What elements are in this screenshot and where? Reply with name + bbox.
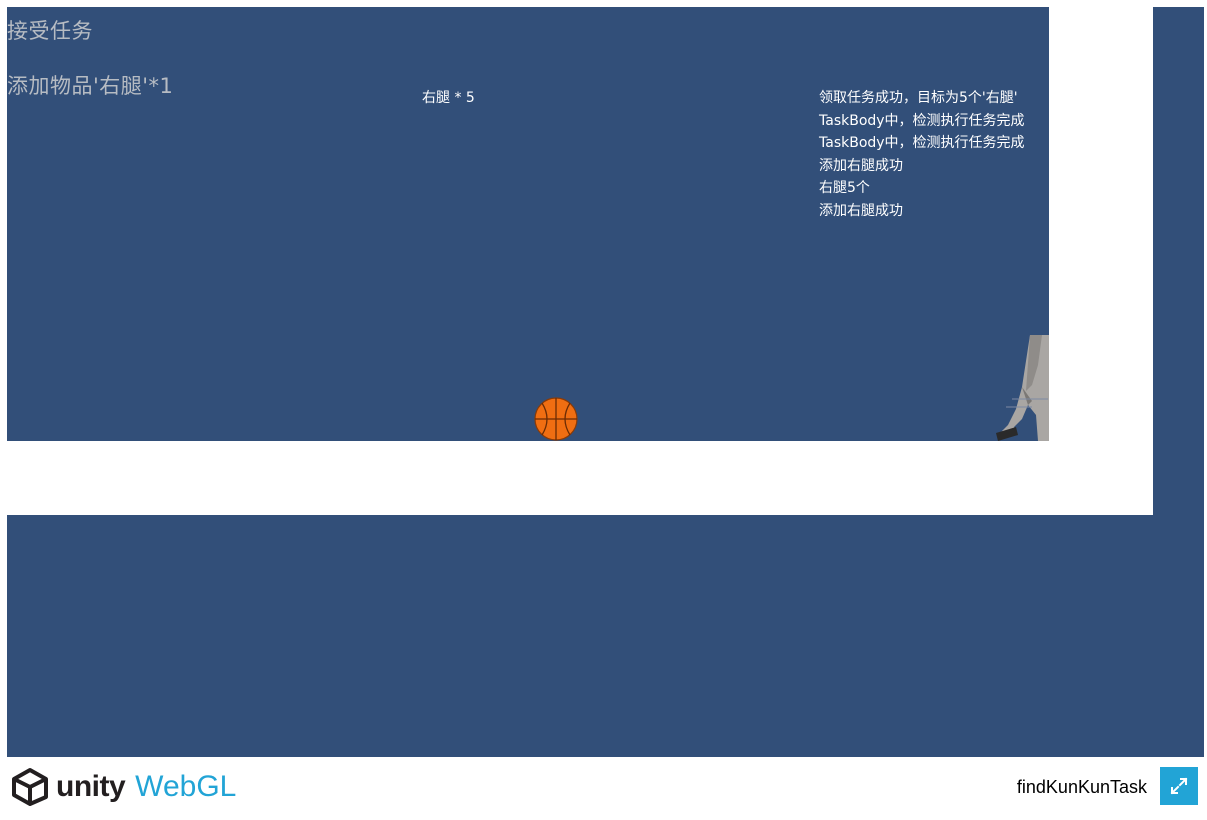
unity-webgl-logo: unity WebGL <box>10 767 236 807</box>
unity-canvas[interactable]: 接受任务 添加物品'右腿'*1 右腿 * 5 领取任务成功，目标为5个'右腿' T… <box>7 7 1204 757</box>
accept-task-button[interactable]: 接受任务 <box>7 15 93 45</box>
log-line: 领取任务成功，目标为5个'右腿' <box>819 90 1018 106</box>
game-viewport[interactable]: 接受任务 添加物品'右腿'*1 右腿 * 5 领取任务成功，目标为5个'右腿' T… <box>7 7 1049 441</box>
fullscreen-button[interactable] <box>1160 767 1198 805</box>
add-item-button[interactable]: 添加物品'右腿'*1 <box>7 70 173 100</box>
webgl-footer: unity WebGL findKunKunTask <box>0 757 1207 820</box>
webgl-page: 接受任务 添加物品'右腿'*1 右腿 * 5 领取任务成功，目标为5个'右腿' T… <box>0 0 1207 820</box>
unity-cube-icon <box>12 768 48 806</box>
build-title: findKunKunTask <box>1016 777 1147 797</box>
viewport-frame: 接受任务 添加物品'右腿'*1 右腿 * 5 领取任务成功，目标为5个'右腿' T… <box>7 7 1153 515</box>
log-line: 添加右腿成功 <box>819 157 903 174</box>
player-character-sprite <box>996 335 1049 441</box>
webgl-wordmark: WebGL <box>135 770 237 803</box>
log-line: TaskBody中，检测执行任务完成 <box>819 112 1025 129</box>
inventory-count: 右腿 * 5 <box>422 90 475 106</box>
log-line: 右腿5个 <box>819 180 870 196</box>
basketball-sprite[interactable] <box>534 397 578 441</box>
log-panel: 领取任务成功，目标为5个'右腿' TaskBody中，检测执行任务完成 TaskBo… <box>819 87 1049 222</box>
fullscreen-icon <box>1170 777 1188 795</box>
log-line: TaskBody中，检测执行任务完成 <box>819 135 1025 151</box>
unity-wordmark: unity <box>56 770 126 803</box>
log-line: 添加右腿成功 <box>819 202 903 219</box>
